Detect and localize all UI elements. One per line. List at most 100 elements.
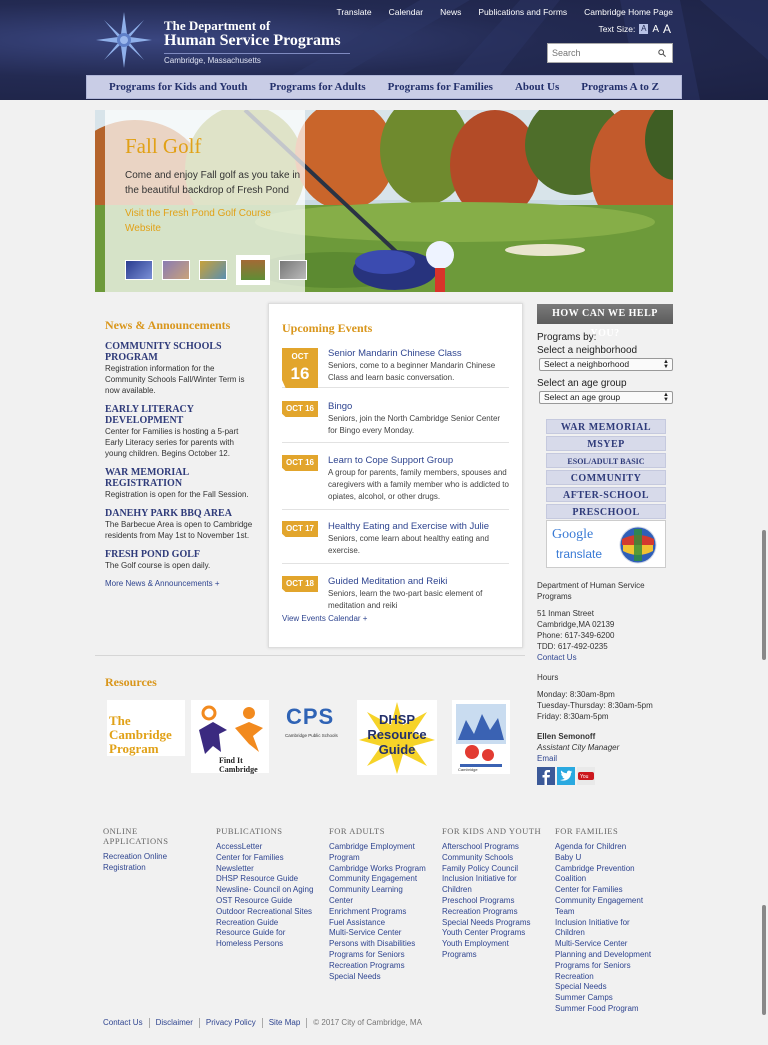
youtube-icon[interactable]: You: [577, 767, 595, 785]
footer-link[interactable]: Enrichment Programs: [329, 907, 437, 918]
footer-link[interactable]: Resource Guide for Homeless Persons: [216, 928, 296, 950]
site-map-link[interactable]: Site Map: [261, 1018, 307, 1028]
footer-link[interactable]: Summer Camps: [555, 993, 663, 1004]
footer-link[interactable]: Community Schools: [442, 853, 550, 864]
footer-link[interactable]: AccessLetter: [216, 842, 324, 853]
util-link-calendar[interactable]: Calendar: [389, 7, 424, 17]
slide-thumbnail[interactable]: [125, 260, 153, 280]
event-title[interactable]: Healthy Eating and Exercise with Julie: [328, 521, 509, 533]
event-title[interactable]: Bingo: [328, 401, 509, 413]
search-icon[interactable]: [658, 49, 666, 57]
footer-link[interactable]: Center for Families: [555, 885, 663, 896]
text-size-medium-button[interactable]: A: [652, 24, 659, 35]
twitter-icon[interactable]: [557, 767, 575, 785]
community-schools-button[interactable]: COMMUNITY SCHOOLS: [546, 470, 666, 499]
footer-link[interactable]: Afterschool Programs: [442, 842, 550, 853]
nav-kids-and-youth[interactable]: Programs for Kids and Youth: [109, 81, 248, 93]
footer-link[interactable]: Community Engagement Team: [555, 896, 647, 918]
footer-link[interactable]: Multi-Service Center: [329, 928, 437, 939]
footer-link[interactable]: Inclusion Initiative for Children: [442, 874, 524, 896]
google-translate-button[interactable]: Google translate: [546, 520, 666, 568]
nav-about-us[interactable]: About Us: [515, 81, 559, 93]
scrollbar-thumb[interactable]: [762, 905, 766, 1015]
footer-link[interactable]: Summer Food Program: [555, 1004, 663, 1015]
footer-link[interactable]: Special Needs: [329, 972, 437, 983]
msyep-button[interactable]: MSYEP: [546, 436, 666, 451]
util-link-news[interactable]: News: [440, 7, 461, 17]
preschool-button[interactable]: PRESCHOOL: [546, 504, 666, 519]
facebook-icon[interactable]: [537, 767, 555, 785]
email-link[interactable]: Email: [537, 754, 557, 763]
footer-link[interactable]: Cambridge Prevention Coalition: [555, 864, 637, 886]
footer-link[interactable]: Cambridge Employment Program: [329, 842, 423, 864]
department-logo-icon[interactable]: [96, 12, 152, 68]
esol-button[interactable]: ESOL/ADULT BASIC EDUCATION: [546, 453, 666, 481]
footer-link[interactable]: Special Needs: [555, 982, 663, 993]
age-group-select[interactable]: Select an age group ▲ ▼: [539, 391, 673, 404]
slide-thumbnail[interactable]: [279, 260, 307, 280]
nav-families[interactable]: Programs for Families: [388, 81, 493, 93]
footer-link[interactable]: Youth Employment Programs: [442, 939, 522, 961]
resource-dhsp-guide-logo[interactable]: DHSP Resource Guide: [357, 700, 437, 775]
footer-link[interactable]: Fuel Assistance: [329, 918, 437, 929]
slide-thumbnail[interactable]: [199, 260, 227, 280]
footer-contact-us-link[interactable]: Contact Us: [103, 1018, 149, 1028]
scrollbar-thumb[interactable]: [762, 530, 766, 660]
neighborhood-select[interactable]: Select a neighborhood ▲ ▼: [539, 358, 673, 371]
footer-link[interactable]: Programs for Seniors: [329, 950, 437, 961]
news-item-title[interactable]: Fresh Pond Golf: [105, 549, 200, 560]
view-events-calendar-link[interactable]: View Events Calendar +: [282, 614, 367, 623]
footer-link[interactable]: Programs for Seniors: [555, 961, 663, 972]
footer-link[interactable]: Inclusion Initiative for Children: [555, 918, 637, 940]
footer-link[interactable]: Recreation Programs: [329, 961, 437, 972]
resource-cps-logo[interactable]: CPS Cambridge Public Schools: [283, 700, 343, 744]
slide-thumbnail-active[interactable]: [236, 255, 270, 285]
more-news-link[interactable]: More News & Announcements +: [105, 579, 257, 588]
footer-link[interactable]: Recreation Online Registration: [103, 852, 183, 874]
footer-link[interactable]: Family Policy Council: [442, 864, 550, 875]
footer-link[interactable]: Recreation Guide: [216, 918, 324, 929]
text-size-small-button[interactable]: A: [639, 24, 649, 34]
footer-link[interactable]: Cambridge Works Program: [329, 864, 437, 875]
footer-link[interactable]: Recreation: [555, 972, 663, 983]
news-item-title[interactable]: Danehy Park BBQ Area: [105, 508, 232, 519]
footer-link[interactable]: Planning and Development: [555, 950, 663, 961]
footer-link[interactable]: Youth Center Programs: [442, 928, 550, 939]
nav-adults[interactable]: Programs for Adults: [270, 81, 366, 93]
disclaimer-link[interactable]: Disclaimer: [148, 1018, 199, 1028]
footer-link[interactable]: OST Resource Guide: [216, 896, 324, 907]
how-can-we-help-button[interactable]: HOW CAN WE HELP YOU?: [537, 304, 673, 339]
news-item-title[interactable]: Community Schools Program: [105, 341, 222, 363]
privacy-policy-link[interactable]: Privacy Policy: [198, 1018, 262, 1028]
footer-link[interactable]: Preschool Programs: [442, 896, 550, 907]
contact-us-link[interactable]: Contact Us: [537, 653, 577, 662]
slide-thumbnail[interactable]: [162, 260, 190, 280]
footer-link[interactable]: Multi-Service Center: [555, 939, 663, 950]
footer-link[interactable]: Recreation Programs: [442, 907, 550, 918]
search-input[interactable]: [548, 44, 648, 62]
resource-cambridge-program-logo[interactable]: The Cambridge Program: [107, 700, 185, 756]
util-link-cambridge-home[interactable]: Cambridge Home Page: [584, 7, 673, 17]
after-school-button[interactable]: AFTER-SCHOOL: [546, 487, 666, 502]
footer-link[interactable]: Baby U: [555, 853, 663, 864]
footer-link[interactable]: Outdoor Recreational Sites: [216, 907, 324, 918]
news-item-title[interactable]: Early Literacy Development: [105, 404, 194, 426]
text-size-large-button[interactable]: A: [663, 22, 671, 36]
footer-link[interactable]: DHSP Resource Guide: [216, 874, 324, 885]
hero-link[interactable]: Visit the Fresh Pond Golf Course Website: [125, 206, 295, 236]
footer-link[interactable]: Community Engagement: [329, 874, 437, 885]
event-title[interactable]: Guided Meditation and Reiki: [328, 576, 509, 588]
footer-link[interactable]: Community Learning Center: [329, 885, 409, 907]
war-memorial-button[interactable]: WAR MEMORIAL: [546, 419, 666, 434]
resource-cambridge-poster-logo[interactable]: Cambridge: [452, 700, 510, 774]
footer-link[interactable]: Center for Families Newsletter: [216, 853, 296, 875]
footer-link[interactable]: Newsline- Council on Aging: [216, 885, 324, 896]
footer-link[interactable]: Special Needs Programs: [442, 918, 550, 929]
event-title[interactable]: Learn to Cope Support Group: [328, 455, 509, 467]
resource-find-it-cambridge-logo[interactable]: Find It Cambridge: [191, 700, 269, 774]
util-link-translate[interactable]: Translate: [336, 7, 371, 17]
footer-link[interactable]: Agenda for Children: [555, 842, 663, 853]
nav-a-to-z[interactable]: Programs A to Z: [581, 81, 659, 93]
footer-link[interactable]: Persons with Disabilities: [329, 939, 437, 950]
event-title[interactable]: Senior Mandarin Chinese Class: [328, 348, 509, 360]
